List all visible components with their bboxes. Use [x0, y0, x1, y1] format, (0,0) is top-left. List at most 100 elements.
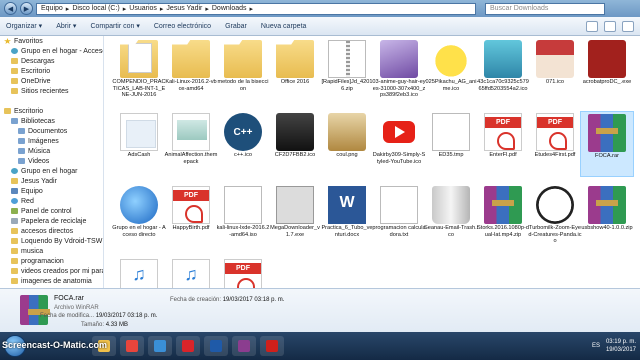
mp3-icon — [120, 259, 158, 288]
burn-button[interactable]: Grabar — [225, 23, 247, 30]
sidebar-item[interactable]: accesos directos — [0, 226, 103, 236]
breadcrumb-segment[interactable]: Downloads — [212, 5, 247, 12]
organize-menu[interactable]: Organizar ▾ — [6, 22, 42, 30]
breadcrumb-segment[interactable]: Jesus Yadir — [166, 5, 202, 12]
file-item[interactable]: FOCA.rar — [580, 111, 634, 177]
view-options-icon[interactable] — [586, 20, 598, 32]
sidebar-item[interactable]: Escritorio — [0, 106, 103, 116]
file-item[interactable]: acrobatproDC_.exe — [580, 38, 634, 104]
sidebar-item[interactable]: Imágenes — [0, 136, 103, 146]
file-item[interactable]: Dakirby309-Simply-Styled-YouTube.ico — [372, 111, 426, 177]
sidebar-item[interactable]: Favoritos — [0, 36, 103, 46]
file-item[interactable]: AnimalAffection.themepack — [164, 111, 218, 177]
file-item[interactable]: CF2D7FBB2.ico — [268, 111, 322, 177]
folder-icon — [11, 78, 18, 84]
open-button[interactable]: Abrir ▾ — [56, 22, 76, 30]
back-button[interactable]: ◀ — [4, 2, 17, 15]
file-name: Practica_6_Tubo_venturi.docx — [321, 225, 373, 238]
search-input[interactable]: Buscar Downloads — [485, 2, 605, 15]
sidebar-item[interactable]: Sitios recientes — [0, 86, 103, 96]
file-item[interactable] — [112, 257, 166, 288]
file-item[interactable]: programacion calculadora.txt — [372, 184, 426, 250]
taskbar-app-chrome[interactable] — [120, 336, 144, 356]
file-item[interactable]: Kali-Linux-2016.2-vbox-amd64 — [164, 38, 218, 104]
sidebar-item[interactable]: Panel de control — [0, 206, 103, 216]
file-item[interactable]: Seanau-Email-Trash.ico — [424, 184, 478, 250]
preview-pane-icon[interactable] — [604, 20, 616, 32]
sidebar-item[interactable]: imagenes de anatomia — [0, 276, 103, 286]
file-item[interactable]: ED35.tmp — [424, 111, 478, 177]
sidebar-item[interactable]: Descargas — [0, 56, 103, 66]
image-icon — [276, 113, 314, 151]
address-field[interactable]: Equipo ▸ Disco local (C:) ▸ Usuarios ▸ Jesu… — [36, 2, 476, 15]
taskbar-app-winrar[interactable] — [232, 336, 256, 356]
file-item[interactable]: usbshow40-1.0.0.zip — [580, 184, 634, 250]
sidebar-item[interactable]: musica — [0, 246, 103, 256]
homegroup-icon — [120, 186, 158, 224]
file-item[interactable]: Practica_6_Tubo_venturi.docx — [320, 184, 374, 250]
taskbar-app-opera[interactable] — [176, 336, 200, 356]
sidebar-item[interactable]: Grupo en el hogar — [0, 166, 103, 176]
taskbar-app-youtube[interactable] — [260, 336, 284, 356]
themepack-icon — [172, 113, 210, 151]
sidebar-item[interactable]: Red — [0, 196, 103, 206]
file-name: acrobatproDC_.exe — [582, 79, 632, 85]
sidebar-item[interactable]: Documentos — [0, 126, 103, 136]
breadcrumb-segment[interactable]: Equipo — [41, 5, 63, 12]
file-item[interactable]: kali-linux-lxde-2016.2-amd64.iso — [216, 184, 270, 250]
forward-button[interactable]: ▶ — [20, 2, 33, 15]
sidebar-item[interactable]: videos creados por mi para y — [0, 266, 103, 276]
sidebar-item[interactable]: Videos — [0, 156, 103, 166]
file-name: Grupo en el hogar - Acceso directo — [112, 225, 166, 238]
file-item[interactable]: Grupo en el hogar - Acceso directo — [112, 184, 166, 250]
file-item[interactable]: Etudes4First.pdf — [528, 111, 582, 177]
share-menu[interactable]: Compartir con ▾ — [90, 22, 139, 30]
file-item[interactable]: 071.ico — [528, 38, 582, 104]
clock[interactable]: 03:19 p. m. 19/03/2017 — [606, 338, 636, 354]
sidebar-item-label: Loquendo By Vdroid-TSW — [21, 237, 103, 245]
file-item[interactable]: MegaDownloader_v1.7.exe — [268, 184, 322, 250]
file-item[interactable]: 03-anime-guy-hair-eyes-31000-307x400_zps… — [372, 38, 426, 104]
file-item[interactable]: [RapidFiles]Jd_42016.zip — [320, 38, 374, 104]
folder-icon — [224, 40, 262, 78]
taskbar-app-media[interactable] — [148, 336, 172, 356]
sidebar-item[interactable]: Loquendo By Vdroid-TSW — [0, 236, 103, 246]
file-item[interactable]: Office 2016 — [268, 38, 322, 104]
sidebar-item[interactable]: OneDrive — [0, 76, 103, 86]
file-item[interactable]: EnterFl.pdf — [476, 111, 530, 177]
sidebar-item[interactable]: Jesus Yadir — [0, 176, 103, 186]
file-item[interactable] — [164, 257, 218, 288]
winrar-icon — [20, 295, 50, 325]
file-item[interactable]: 025Pikachu_AG_anime.ico — [424, 38, 478, 104]
file-item[interactable]: COMPENDIO_PRACTICAS_LAB-INT-1_ENE-JUN-20… — [112, 38, 166, 104]
file-item[interactable] — [216, 257, 270, 288]
sidebar-item[interactable]: Música — [0, 146, 103, 156]
sidebar-item-label: programacion — [21, 257, 64, 265]
file-icon — [432, 113, 470, 151]
taskbar-app-ps[interactable] — [204, 336, 228, 356]
file-item[interactable]: C++ c++.ico — [216, 111, 270, 177]
sidebar-item[interactable]: Equipo — [0, 186, 103, 196]
sidebar-item[interactable]: Papelera de reciclaje — [0, 216, 103, 226]
breadcrumb-segment[interactable]: Disco local (C:) — [72, 5, 119, 12]
file-item[interactable]: HappyBirth.pdf — [164, 184, 218, 250]
sidebar-item[interactable]: Grupo en el hogar - Acceso dir — [0, 46, 103, 56]
file-item[interactable]: 43c1ca70c9325c57965ffd5203554a2.ico — [476, 38, 530, 104]
breadcrumb-segment[interactable]: Usuarios — [129, 5, 157, 12]
file-item[interactable]: Storks.2016.1080p-dual-lat.mp4.zip — [476, 184, 530, 250]
folder-icon — [4, 108, 11, 114]
new-folder-button[interactable]: Nueva carpeta — [261, 23, 307, 30]
language-indicator[interactable]: ES — [592, 343, 600, 349]
email-button[interactable]: Correo electrónico — [154, 23, 211, 30]
sidebar-item[interactable]: Bibliotecas — [0, 116, 103, 126]
file-item[interactable]: coul.png — [320, 111, 374, 177]
file-name: AnimalAffection.themepack — [164, 152, 218, 165]
details-pane: FOCA.rar Archivo WinRAR Fecha de creació… — [0, 288, 640, 332]
file-name: Office 2016 — [280, 79, 310, 85]
file-item[interactable]: AdsCash — [112, 111, 166, 177]
file-item[interactable]: metodo de la biseccion — [216, 38, 270, 104]
file-item[interactable]: Turbomilk-Zoom-Eyed-Creatures-Panda.ico — [528, 184, 582, 250]
sidebar-item[interactable]: programacion — [0, 256, 103, 266]
help-icon[interactable] — [622, 20, 634, 32]
sidebar-item[interactable]: Escritorio — [0, 66, 103, 76]
